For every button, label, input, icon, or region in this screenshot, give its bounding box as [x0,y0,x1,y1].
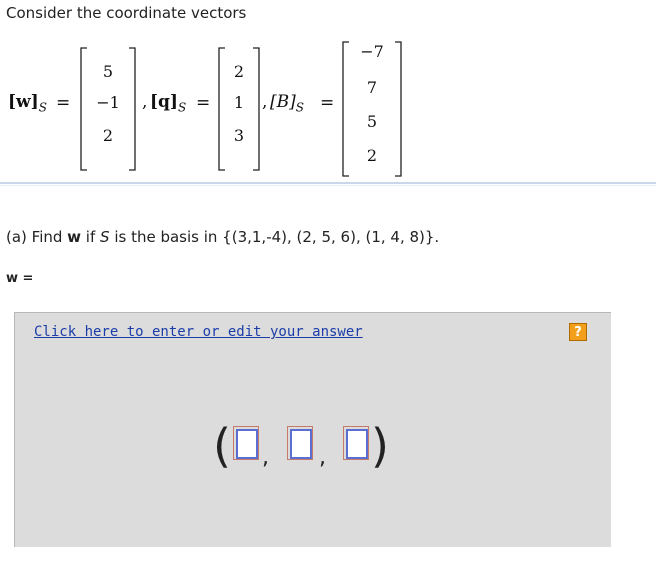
question-text: (a) Find w if S is the basis in {(3,1,-4… [6,228,439,246]
q-vector-label: [q]S [150,92,186,114]
q-cell-1: 2 [233,62,245,81]
section-divider [0,182,656,184]
question-bold-w: w [67,228,82,246]
b-subscript: S [295,100,304,115]
w-equals: = [56,93,71,113]
b-cell-3: 5 [366,112,378,131]
b-cell-4: 2 [366,146,378,165]
b-equals: = [320,93,335,113]
w-subscript: S [38,100,47,115]
separator-1: , [262,445,269,470]
w-equals-label: w = [6,271,34,286]
w-cell-3: 2 [102,126,114,145]
question-middle: if [81,228,101,246]
answer-slot-3[interactable] [346,429,368,459]
open-paren: ( [213,419,231,473]
answer-slot-2[interactable] [290,429,312,459]
separator-2: , [319,445,326,470]
comma-2: , [262,92,268,112]
section-divider-shadow [0,185,656,186]
w-cell-2: −1 [96,93,120,112]
answer-slot-1[interactable] [236,429,258,459]
q-label-text: [q] [150,92,178,112]
b-cell-1: −7 [360,42,384,61]
answer-panel: Click here to enter or edit your answer … [14,312,611,547]
q-matrix: 2 1 3 [216,46,262,172]
question-suffix: is the basis in {(3,1,-4), (2, 5, 6), (1… [109,228,440,246]
question-prefix: (a) Find [6,228,68,246]
q-subscript: S [177,100,187,115]
close-paren: ) [371,419,389,473]
b-cell-2: 7 [366,78,378,97]
w-cell-1: 5 [102,62,114,81]
q-cell-2: 1 [233,93,245,112]
b-label-text: [B] [270,92,296,112]
w-matrix: 5 −1 2 [78,46,138,172]
b-matrix: −7 7 5 2 [340,40,404,178]
q-cell-3: 3 [233,126,245,145]
w-label-text: [w] [8,92,39,112]
comma-1: , [142,92,148,112]
w-vector-label: [w]S [8,92,47,114]
intro-text: Consider the coordinate vectors [6,4,247,22]
edit-answer-link[interactable]: Click here to enter or edit your answer [34,324,363,340]
help-icon[interactable]: ? [569,323,587,341]
question-italic-s: S [100,228,110,246]
b-vector-label: [B]S [270,92,304,114]
q-equals: = [196,93,211,113]
